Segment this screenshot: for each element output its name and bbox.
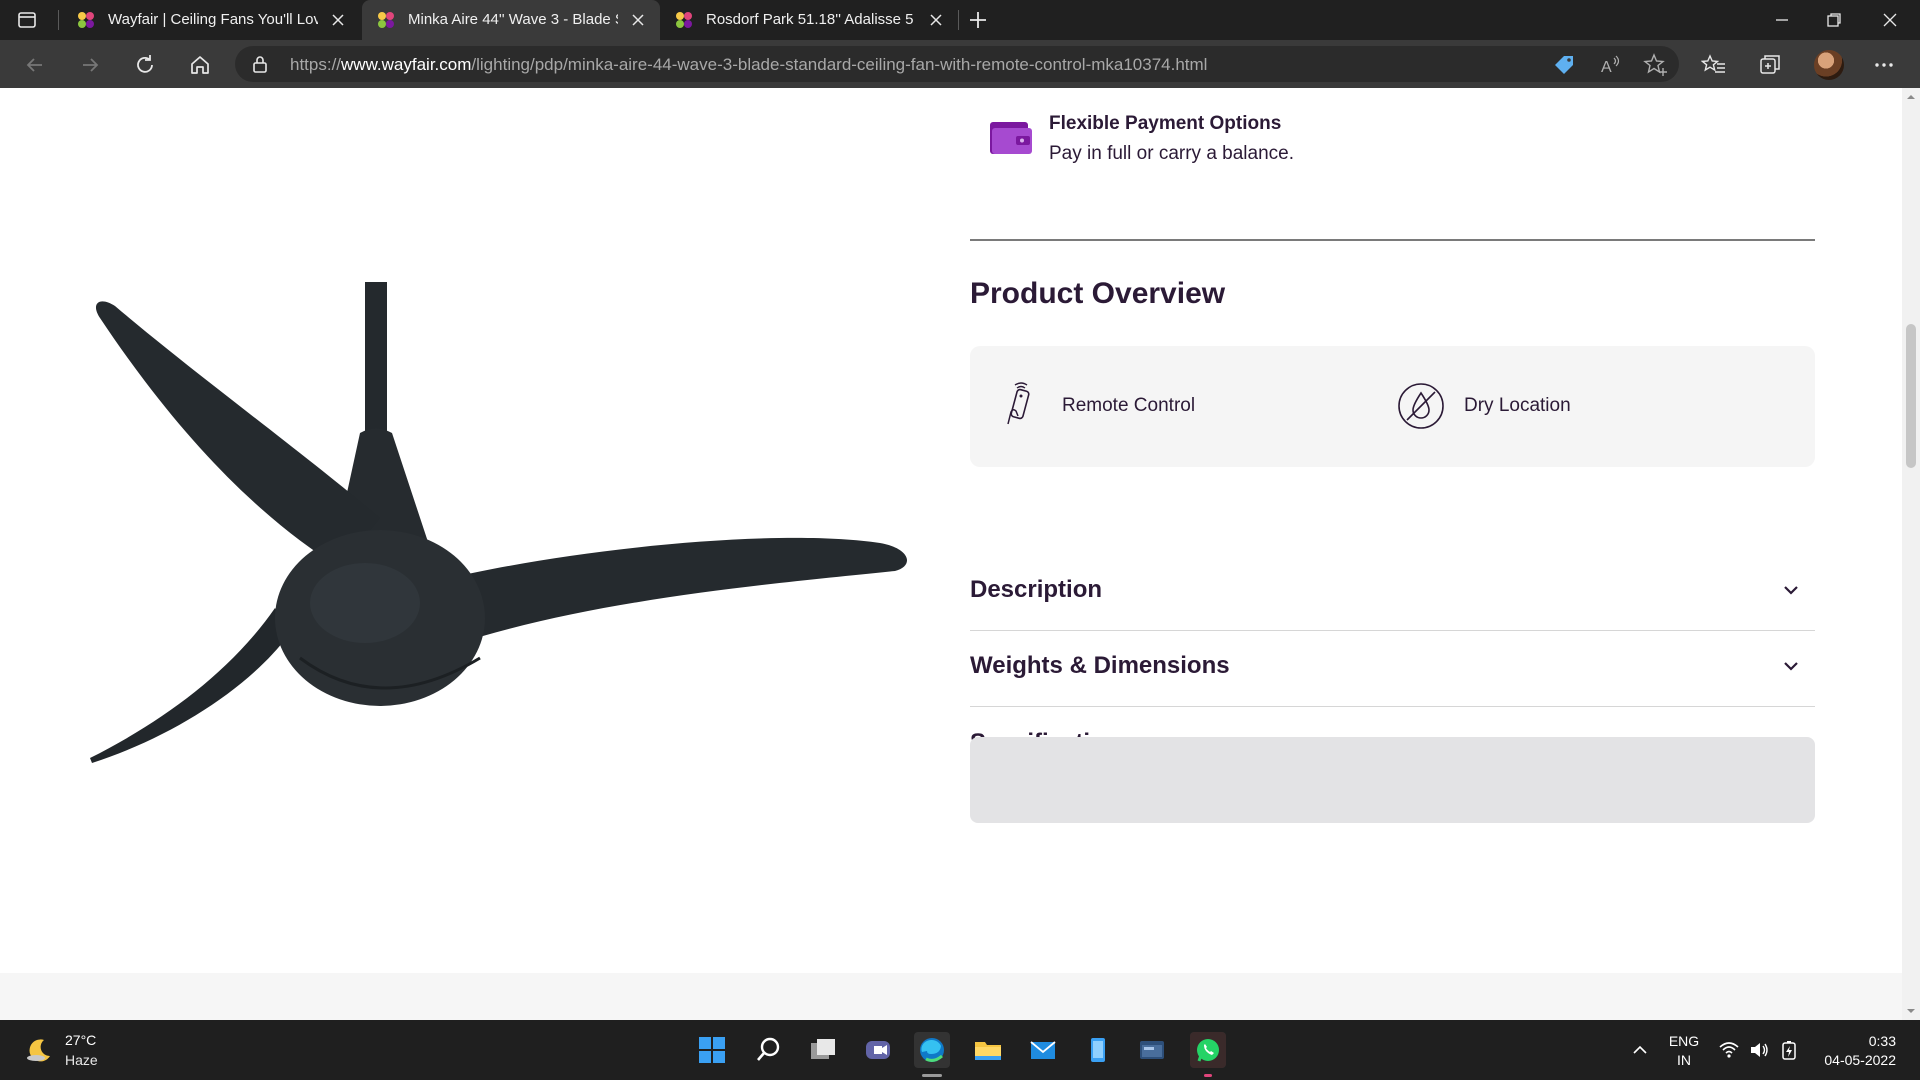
close-tab-icon[interactable]: [926, 10, 946, 30]
app-notification-indicator: [1204, 1074, 1212, 1077]
remote-control-icon: [1007, 382, 1030, 425]
weather-temperature: 27°C: [65, 1032, 97, 1048]
new-tab-icon[interactable]: [966, 8, 990, 32]
file-explorer-icon[interactable]: [970, 1032, 1006, 1068]
feature-label-remote-control: Remote Control: [1062, 395, 1196, 416]
chevron-down-icon[interactable]: [1781, 580, 1801, 600]
product-overview-heading: Product Overview: [970, 277, 1226, 310]
refresh-icon[interactable]: [132, 52, 158, 78]
favorites-icon[interactable]: [1701, 52, 1727, 78]
page-content: Flexible Payment Options Pay in full or …: [0, 88, 1920, 1020]
product-image-ceiling-fan[interactable]: [80, 188, 920, 788]
moon-weather-icon[interactable]: [26, 1036, 54, 1064]
whatsapp-icon[interactable]: [1190, 1032, 1226, 1068]
wifi-icon[interactable]: [1718, 1039, 1740, 1061]
collections-icon[interactable]: [1757, 52, 1783, 78]
svg-text:A: A: [1601, 59, 1612, 76]
profile-avatar[interactable]: [1814, 50, 1844, 80]
task-view-icon[interactable]: [805, 1032, 841, 1068]
payment-options-subtitle: Pay in full or carry a balance.: [1049, 143, 1295, 164]
back-icon[interactable]: [22, 52, 48, 78]
teams-chat-icon[interactable]: [860, 1032, 896, 1068]
restore-icon[interactable]: [1822, 8, 1846, 32]
chevron-down-icon[interactable]: [1781, 656, 1801, 676]
more-options-icon[interactable]: [1871, 52, 1897, 78]
url-domain: www.wayfair.com: [341, 55, 472, 74]
language-indicator[interactable]: ENG IN: [1668, 1032, 1700, 1070]
feature-label-dry-location: Dry Location: [1464, 395, 1571, 416]
clock-time: 0:33: [1868, 1033, 1896, 1049]
product-features-box: Remote Control Dry Location: [970, 346, 1815, 467]
scroll-up-icon[interactable]: [1906, 92, 1916, 102]
forward-icon[interactable]: [77, 52, 103, 78]
tab-title: Minka Aire 44'' Wave 3 - Blade Standard: [408, 11, 618, 28]
page-scrollbar[interactable]: [1902, 88, 1920, 1020]
payment-options-title: Flexible Payment Options: [1049, 113, 1282, 134]
tab-divider: [58, 10, 59, 30]
url-text: https://www.wayfair.com/lighting/pdp/min…: [290, 55, 1207, 75]
weather-description: Haze: [65, 1052, 98, 1068]
tab-rosdorf-park-adalisse[interactable]: Rosdorf Park 51.18'' Adalisse 5 - Blade: [660, 0, 958, 40]
active-app-indicator: [922, 1074, 942, 1077]
search-icon[interactable]: [750, 1032, 786, 1068]
lock-icon[interactable]: [251, 55, 269, 73]
start-windows-icon[interactable]: [694, 1032, 730, 1068]
phone-link-icon[interactable]: [1080, 1032, 1116, 1068]
loading-placeholder: [970, 737, 1815, 823]
browser-address-bar: https://www.wayfair.com/lighting/pdp/min…: [0, 40, 1920, 88]
browser-tab-bar: Wayfair | Ceiling Fans You'll Love Minka…: [0, 0, 1920, 40]
close-tab-icon[interactable]: [628, 10, 648, 30]
home-icon[interactable]: [187, 52, 213, 78]
mail-icon[interactable]: [1025, 1032, 1061, 1068]
tab-minka-aire-wave[interactable]: Minka Aire 44'' Wave 3 - Blade Standard: [362, 0, 660, 40]
url-field[interactable]: https://www.wayfair.com/lighting/pdp/min…: [235, 46, 1679, 82]
url-scheme: https://: [290, 55, 342, 74]
close-window-icon[interactable]: [1878, 8, 1902, 32]
tab-title: Wayfair | Ceiling Fans You'll Love: [108, 11, 318, 28]
wallet-icon: [990, 122, 1032, 154]
coupon-tag-icon[interactable]: [1551, 52, 1577, 78]
region-code: IN: [1677, 1052, 1691, 1068]
accordion-label: Weights & Dimensions: [970, 652, 1230, 679]
add-favorite-icon[interactable]: [1643, 52, 1669, 78]
dry-location-icon: [1398, 383, 1444, 429]
clock-date: 04-05-2022: [1824, 1052, 1896, 1068]
accordion-weights-dimensions[interactable]: Weights & Dimensions: [970, 630, 1815, 707]
tab-title: Rosdorf Park 51.18'' Adalisse 5 - Blade: [706, 11, 916, 28]
close-tab-icon[interactable]: [328, 10, 348, 30]
scroll-down-icon[interactable]: [1906, 1006, 1916, 1016]
tab-divider: [958, 10, 959, 30]
accordion-label: Description: [970, 576, 1103, 603]
edge-browser-icon[interactable]: [914, 1032, 950, 1068]
windows-taskbar: 27°C Haze ENG IN 0:33 04-05-2022: [0, 1020, 1920, 1080]
accordion-description[interactable]: Description: [970, 554, 1815, 631]
url-path: /lighting/pdp/minka-aire-44-wave-3-blade…: [471, 55, 1208, 74]
app-window-icon[interactable]: [1134, 1032, 1170, 1068]
wayfair-favicon-icon: [78, 12, 94, 28]
tab-wayfair-ceiling-fans[interactable]: Wayfair | Ceiling Fans You'll Love: [62, 0, 360, 40]
scrollbar-thumb[interactable]: [1906, 324, 1916, 468]
minimize-icon[interactable]: [1770, 8, 1794, 32]
language-code: ENG: [1668, 1033, 1700, 1049]
wayfair-favicon-icon: [676, 12, 692, 28]
tab-actions-icon[interactable]: [16, 9, 38, 31]
wayfair-favicon-icon: [378, 12, 394, 28]
page-footer-band: [0, 973, 1902, 1020]
section-divider: [970, 239, 1815, 241]
chevron-up-icon[interactable]: [1629, 1039, 1651, 1061]
battery-icon[interactable]: [1778, 1039, 1800, 1061]
read-aloud-icon[interactable]: A: [1597, 52, 1623, 78]
volume-icon[interactable]: [1748, 1039, 1770, 1061]
system-clock[interactable]: 0:33 04-05-2022: [1812, 1032, 1896, 1070]
